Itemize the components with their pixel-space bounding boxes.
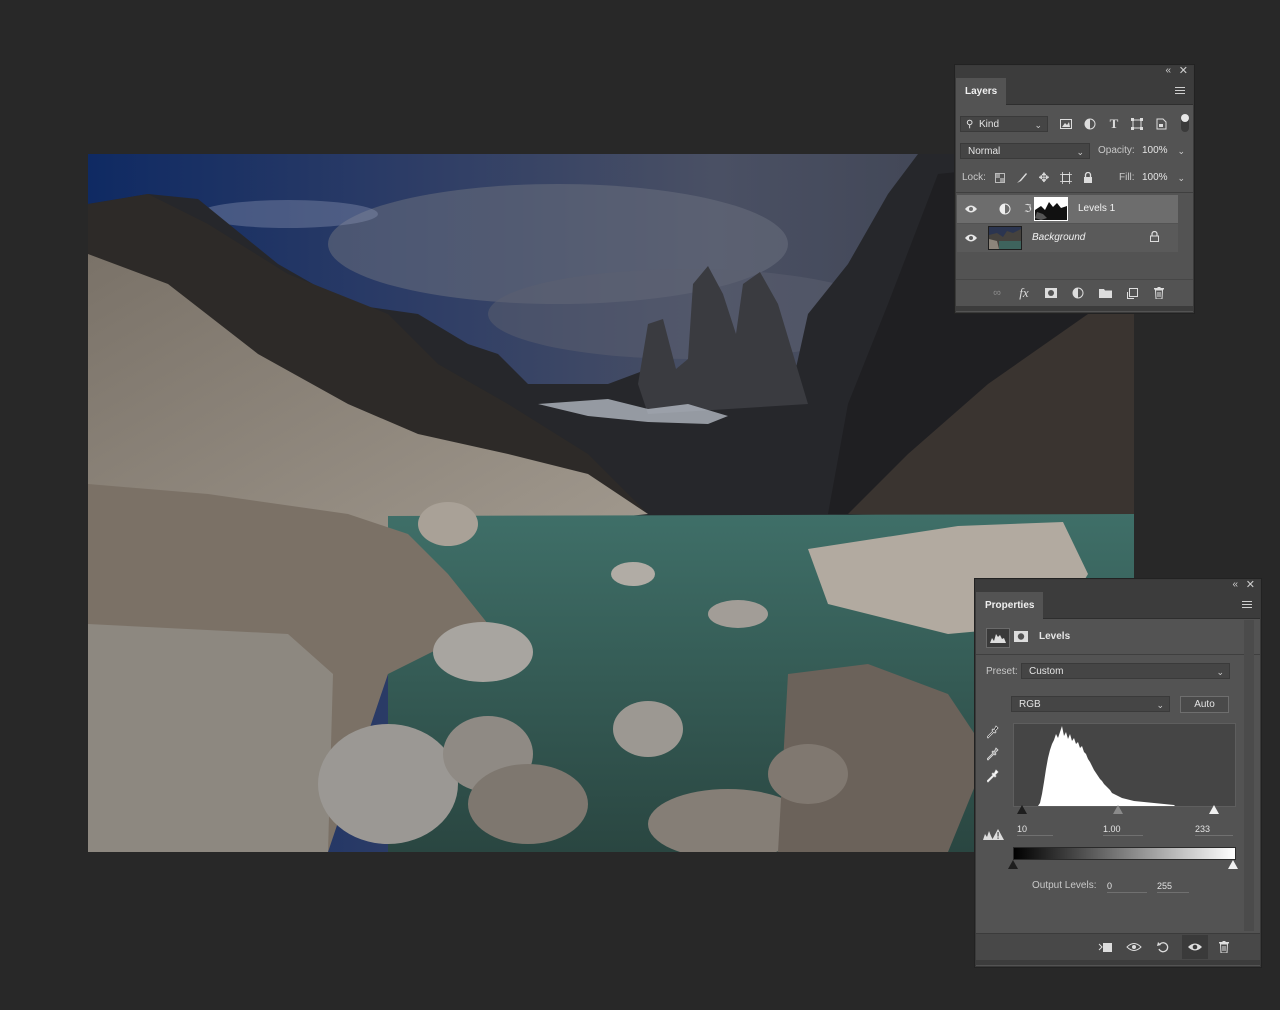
lock-position-icon[interactable]: ✥ (1036, 170, 1052, 186)
chevron-down-icon: ⌄ (1216, 667, 1224, 677)
properties-panel-titlebar[interactable]: « ✕ (976, 579, 1260, 592)
layers-list: ℑ Levels 1 Background (956, 192, 1193, 280)
adjustment-layer-icon (999, 203, 1011, 218)
input-gamma-slider[interactable] (1113, 805, 1123, 814)
output-levels-gradient (1013, 847, 1236, 860)
close-icon[interactable]: ✕ (1179, 65, 1188, 77)
fill-field[interactable]: 100% ⌄ (1139, 170, 1190, 186)
layer-thumbnail[interactable] (988, 226, 1022, 250)
reset-adjustment-icon[interactable] (1155, 939, 1171, 955)
filter-pixel-layers-icon[interactable] (1058, 116, 1074, 132)
output-white-slider[interactable] (1228, 860, 1238, 869)
new-group-folder-icon[interactable] (1097, 285, 1113, 301)
histogram (1013, 723, 1236, 807)
input-white-field[interactable]: 233 (1195, 823, 1233, 836)
visibility-eye-icon[interactable] (965, 233, 977, 243)
opacity-label: Opacity: (1098, 145, 1135, 156)
filter-kind-value: Kind (979, 119, 1000, 130)
new-adjustment-layer-icon[interactable] (1070, 285, 1086, 301)
output-black-field[interactable]: 0 (1107, 880, 1147, 893)
preset-dropdown[interactable]: Custom ⌄ (1021, 663, 1230, 679)
delete-layer-trash-icon[interactable] (1151, 285, 1167, 301)
collapse-icon[interactable]: « (1165, 65, 1171, 77)
output-black-slider[interactable] (1008, 860, 1018, 869)
resize-grip[interactable] (976, 960, 1260, 965)
layers-panel: « ✕ Layers ⚲ Kind ⌄ T Normal ⌄ Opacity: … (955, 65, 1194, 313)
link-layers-icon[interactable]: ∞ (989, 285, 1005, 301)
lock-label: Lock: (962, 172, 986, 183)
output-white-field[interactable]: 255 (1157, 880, 1189, 893)
panel-menu-icon[interactable] (1242, 601, 1252, 609)
adjustment-title: Levels (1039, 631, 1071, 642)
filter-smart-objects-icon[interactable] (1153, 116, 1169, 132)
fill-value: 100% (1142, 172, 1168, 183)
tab-layers[interactable]: Layers (956, 78, 1007, 105)
properties-scrollbar[interactable] (1244, 620, 1254, 931)
layer-mask-thumbnail[interactable] (1034, 197, 1068, 221)
input-gamma-field[interactable]: 1.00 (1103, 823, 1143, 836)
lock-all-icon[interactable] (1080, 170, 1096, 186)
layer-lock-icon (1150, 230, 1159, 245)
visibility-eye-icon[interactable] (965, 204, 977, 214)
properties-bottom-toolbar (976, 933, 1260, 960)
properties-panel: « ✕ Properties Levels Preset: Custom ⌄ R… (975, 579, 1261, 967)
filter-shape-layers-icon[interactable] (1129, 116, 1145, 132)
input-black-slider[interactable] (1017, 805, 1027, 814)
filter-type-layers-icon[interactable]: T (1106, 116, 1122, 132)
layer-style-fx-icon[interactable]: fx (1016, 285, 1032, 301)
layer-row-levels[interactable]: ℑ Levels 1 (957, 195, 1178, 223)
channel-dropdown[interactable]: RGB ⌄ (1011, 696, 1170, 712)
layer-row-background[interactable]: Background (957, 224, 1178, 252)
preset-value: Custom (1029, 666, 1064, 677)
filter-kind-dropdown[interactable]: ⚲ Kind ⌄ (960, 116, 1048, 132)
histogram-graph (1038, 726, 1175, 806)
mask-properties-icon[interactable] (1014, 631, 1028, 645)
output-levels-label: Output Levels: (1032, 880, 1097, 891)
opacity-value: 100% (1142, 145, 1168, 156)
header-divider (976, 654, 1260, 655)
delete-adjustment-trash-icon[interactable] (1216, 939, 1232, 955)
chevron-down-icon: ⌄ (1034, 120, 1042, 130)
input-black-field[interactable]: 10 (1017, 823, 1053, 836)
white-point-eyedropper-icon[interactable] (985, 768, 1001, 784)
collapse-icon[interactable]: « (1232, 579, 1238, 591)
chevron-down-icon: ⌄ (1177, 173, 1185, 183)
input-white-slider[interactable] (1209, 805, 1219, 814)
clip-to-layer-icon[interactable] (1097, 939, 1113, 955)
gray-point-eyedropper-icon[interactable] (985, 746, 1001, 762)
add-mask-icon[interactable] (1043, 285, 1059, 301)
layers-bottom-toolbar: ∞ fx (956, 279, 1193, 306)
lock-transparent-pixels-icon[interactable] (992, 170, 1008, 186)
blend-mode-dropdown[interactable]: Normal ⌄ (960, 143, 1090, 159)
resize-grip[interactable] (956, 306, 1193, 311)
toggle-visibility-button[interactable] (1182, 935, 1208, 959)
preset-label: Preset: (986, 666, 1018, 677)
opacity-field[interactable]: 100% ⌄ (1139, 143, 1190, 159)
search-icon: ⚲ (966, 119, 974, 130)
levels-adjustment-icon[interactable] (986, 628, 1010, 648)
channel-value: RGB (1019, 699, 1041, 710)
close-icon[interactable]: ✕ (1246, 579, 1255, 591)
layers-panel-titlebar[interactable]: « ✕ (956, 65, 1193, 78)
layer-name: Levels 1 (1078, 203, 1116, 214)
chevron-down-icon: ⌄ (1076, 147, 1084, 157)
filter-adjustment-layers-icon[interactable] (1082, 116, 1098, 132)
chevron-down-icon: ⌄ (1177, 146, 1185, 156)
tab-properties[interactable]: Properties (976, 592, 1044, 619)
layer-name: Background (1032, 232, 1086, 243)
view-previous-state-icon[interactable] (1126, 939, 1142, 955)
lock-image-pixels-icon[interactable] (1014, 170, 1030, 186)
lock-artboard-icon[interactable] (1058, 170, 1074, 186)
fill-label: Fill: (1119, 172, 1135, 183)
auto-button[interactable]: Auto (1180, 696, 1229, 713)
blend-mode-value: Normal (968, 146, 1001, 157)
new-layer-icon[interactable] (1124, 285, 1140, 301)
chevron-down-icon: ⌄ (1156, 700, 1164, 710)
clipping-warning-icon[interactable] (982, 828, 1004, 844)
eye-icon (1188, 943, 1202, 951)
filter-toggle-switch[interactable] (1181, 114, 1189, 132)
panel-menu-icon[interactable] (1175, 87, 1185, 95)
black-point-eyedropper-icon[interactable] (985, 724, 1001, 740)
mask-link-icon[interactable]: ℑ (1024, 202, 1032, 215)
